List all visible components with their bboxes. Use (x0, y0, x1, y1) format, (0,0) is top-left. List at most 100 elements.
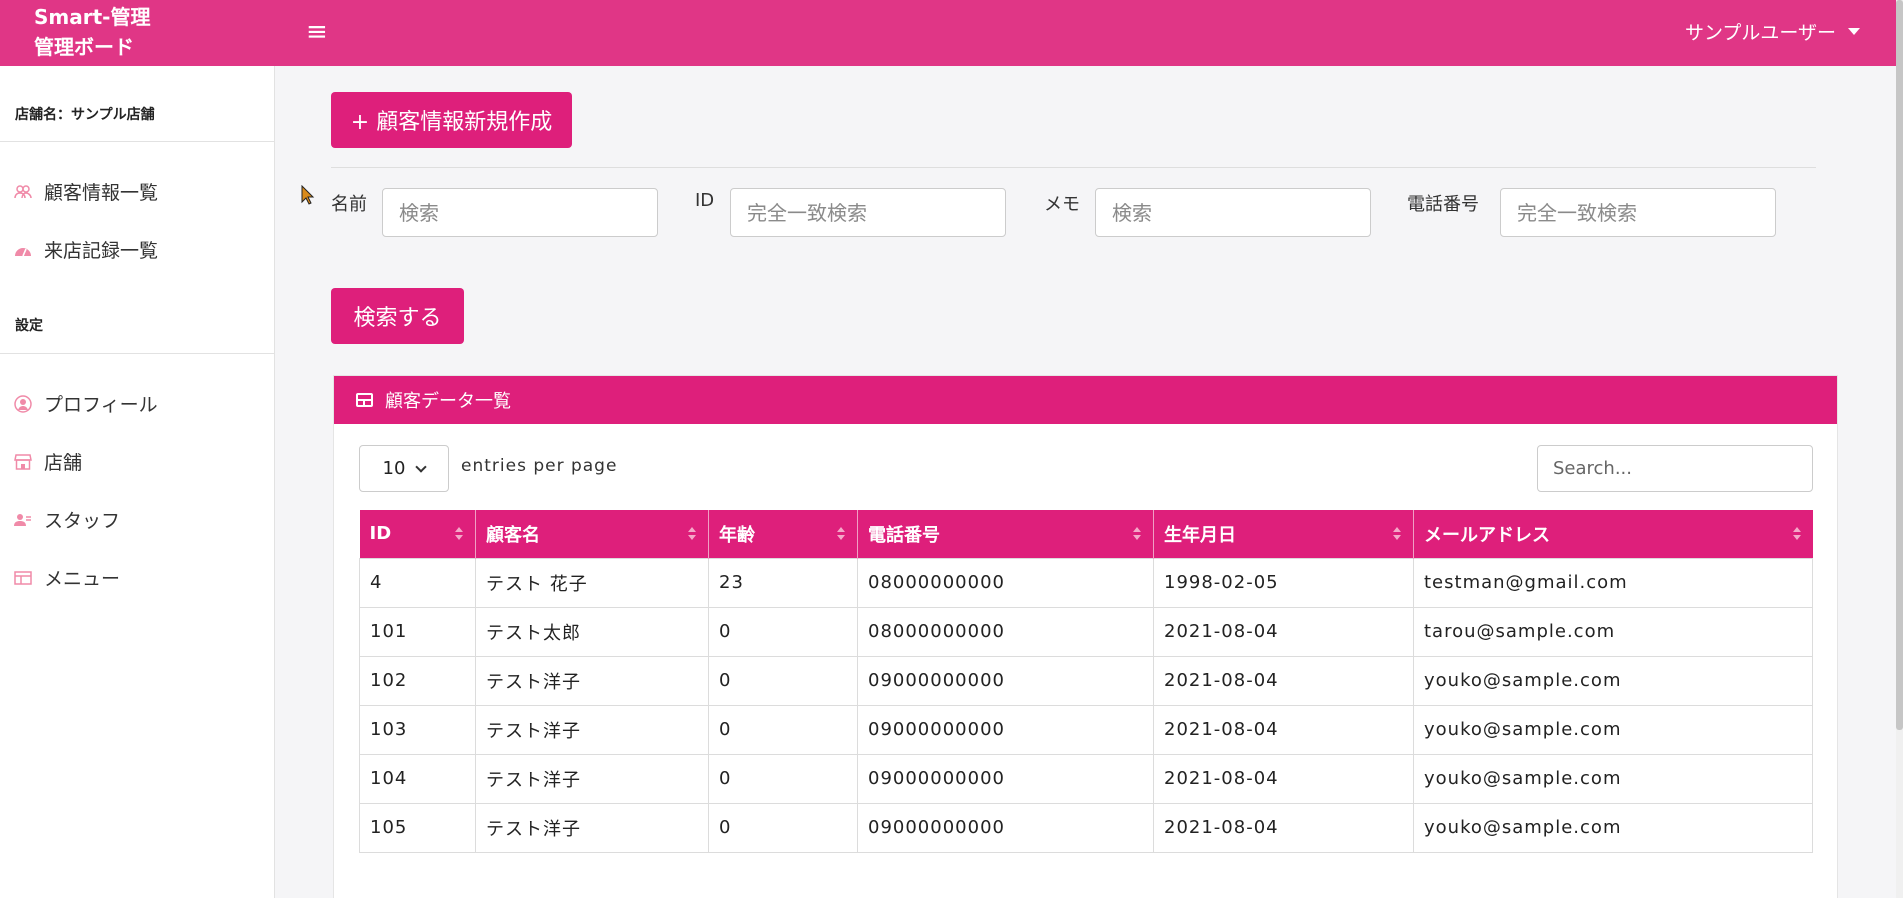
cell-id: 4 (359, 557, 476, 608)
cell-birthday: 2021-08-04 (1153, 753, 1414, 804)
sort-icon (688, 527, 696, 540)
cell-birthday: 2021-08-04 (1153, 802, 1414, 853)
cell-email: testman@gmail.com (1413, 557, 1813, 608)
column-header-birthday[interactable]: 生年月日 (1153, 510, 1414, 558)
table-row[interactable]: 103 テスト洋子 0 09000000000 2021-08-04 youko… (359, 704, 1813, 755)
staff-icon (14, 512, 32, 528)
content-divider (331, 167, 1816, 168)
scrollbar-thumb[interactable] (1896, 0, 1903, 730)
filter-label-name: 名前 (331, 194, 367, 215)
search-button[interactable]: 検索する (331, 288, 464, 344)
cell-id: 105 (359, 802, 476, 853)
sidebar-item-profile[interactable]: プロフィール (14, 390, 158, 417)
brand-line-2: 管理ボード (34, 35, 134, 59)
cell-age: 0 (708, 704, 858, 755)
table-search-input[interactable] (1537, 445, 1813, 492)
cell-email: youko@sample.com (1413, 704, 1813, 755)
column-header-phone[interactable]: 電話番号 (857, 510, 1154, 558)
filter-label-id: ID (695, 190, 715, 211)
user-menu-dropdown[interactable]: サンプルユーザー (1685, 18, 1860, 45)
sort-icon (837, 527, 845, 540)
sort-icon (1792, 527, 1801, 540)
top-navbar: Smart-管理 管理ボード ≡ サンプルユーザー (0, 0, 1896, 66)
cell-phone: 08000000000 (857, 606, 1154, 657)
sort-icon (1133, 527, 1141, 540)
cell-name: テスト洋子 (475, 655, 709, 706)
cell-phone: 09000000000 (857, 655, 1154, 706)
phone-search-input[interactable] (1500, 188, 1776, 237)
sort-icon (1393, 527, 1401, 540)
brand-logo[interactable]: Smart-管理 管理ボード (34, 2, 150, 62)
cell-age: 0 (708, 655, 858, 706)
brand-line-1: Smart-管理 (34, 5, 151, 29)
column-header-name[interactable]: 顧客名 (475, 510, 709, 558)
filter-label-memo: メモ (1044, 194, 1080, 215)
settings-section-title: 設定 (15, 318, 43, 334)
cell-phone: 09000000000 (857, 704, 1154, 755)
table-row[interactable]: 102 テスト洋子 0 09000000000 2021-08-04 youko… (359, 655, 1813, 706)
cell-phone: 09000000000 (857, 753, 1154, 804)
mouse-cursor-icon (301, 185, 315, 205)
name-search-input[interactable] (382, 188, 658, 237)
sidebar-item-label: プロフィール (44, 394, 158, 416)
sidebar-item-staff[interactable]: スタッフ (14, 506, 120, 533)
page-scrollbar[interactable] (1896, 0, 1903, 898)
filter-label-phone: 電話番号 (1407, 194, 1479, 215)
sidebar-item-label: 来店記録一覧 (44, 240, 159, 262)
cell-email: youko@sample.com (1413, 753, 1813, 804)
cell-id: 103 (359, 704, 476, 755)
new-customer-button[interactable]: + 顧客情報新規作成 (331, 92, 572, 148)
cell-age: 23 (708, 557, 858, 608)
cell-id: 104 (359, 753, 476, 804)
main-content: + 顧客情報新規作成 名前 ID メモ 電話番号 検索する 顧客データ一覧 10… (276, 66, 1896, 898)
cell-email: tarou@sample.com (1413, 606, 1813, 657)
cell-age: 0 (708, 802, 858, 853)
cell-name: テスト洋子 (475, 802, 709, 853)
memo-search-input[interactable] (1095, 188, 1371, 237)
cell-birthday: 2021-08-04 (1153, 655, 1414, 706)
entries-per-page-select[interactable]: 10 (359, 445, 449, 492)
customer-table: ID 顧客名 年齢 電話番号 生年月日 メールアドレス 4 テスト 花子 23 … (359, 510, 1813, 853)
cell-birthday: 1998-02-05 (1153, 557, 1414, 608)
column-header-age[interactable]: 年齢 (708, 510, 858, 558)
sidebar-item-label: 店舗 (44, 452, 83, 474)
cell-birthday: 2021-08-04 (1153, 606, 1414, 657)
card-title: 顧客データ一覧 (385, 391, 511, 412)
sidebar-item-visits[interactable]: 来店記録一覧 (14, 236, 158, 263)
cell-age: 0 (708, 606, 858, 657)
dashboard-icon (14, 242, 32, 258)
sidebar: 店舗名：サンプル店舗 顧客情報一覧 来店記録一覧 設定 プロフィール 店舗 スタ… (0, 66, 275, 898)
sidebar-item-label: 顧客情報一覧 (44, 182, 159, 204)
sort-icon (455, 527, 463, 540)
cell-birthday: 2021-08-04 (1153, 704, 1414, 755)
cell-email: youko@sample.com (1413, 802, 1813, 853)
user-circle-icon (14, 394, 32, 413)
caret-down-icon (1848, 28, 1860, 35)
id-search-input[interactable] (730, 188, 1006, 237)
users-icon (14, 184, 32, 200)
cell-phone: 08000000000 (857, 557, 1154, 608)
sidebar-item-customers[interactable]: 顧客情報一覧 (14, 178, 158, 205)
customer-data-card: 顧客データ一覧 10 entries per page ID 顧客名 年齢 電話… (333, 375, 1838, 898)
card-header: 顧客データ一覧 (334, 376, 1837, 424)
menu-table-icon (14, 570, 32, 586)
table-row[interactable]: 101 テスト太郎 0 08000000000 2021-08-04 tarou… (359, 606, 1813, 657)
sidebar-divider (0, 353, 274, 354)
chevron-down-icon (415, 460, 428, 473)
sidebar-item-label: メニュー (44, 568, 121, 590)
cell-name: テスト 花子 (475, 557, 709, 608)
table-row[interactable]: 4 テスト 花子 23 08000000000 1998-02-05 testm… (359, 557, 1813, 608)
table-row[interactable]: 104 テスト洋子 0 09000000000 2021-08-04 youko… (359, 753, 1813, 804)
cell-id: 101 (359, 606, 476, 657)
hamburger-icon[interactable]: ≡ (306, 17, 328, 47)
table-icon (356, 393, 373, 407)
cell-name: テスト洋子 (475, 753, 709, 804)
sidebar-item-store[interactable]: 店舗 (14, 448, 82, 475)
table-row[interactable]: 105 テスト洋子 0 09000000000 2021-08-04 youko… (359, 802, 1813, 853)
column-header-email[interactable]: メールアドレス (1413, 510, 1813, 558)
cell-id: 102 (359, 655, 476, 706)
column-header-id[interactable]: ID (359, 510, 476, 558)
sidebar-item-menu[interactable]: メニュー (14, 564, 120, 591)
sidebar-item-label: スタッフ (44, 510, 121, 532)
cell-name: テスト洋子 (475, 704, 709, 755)
